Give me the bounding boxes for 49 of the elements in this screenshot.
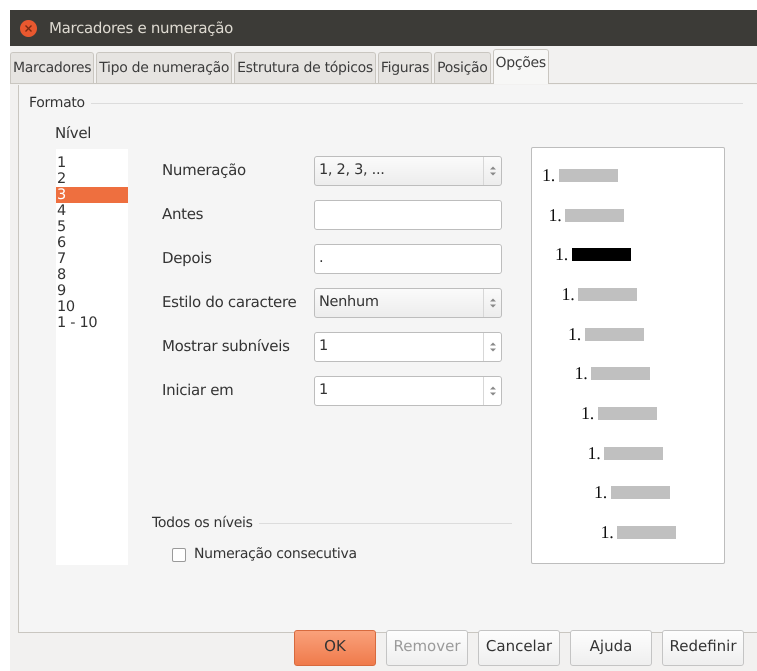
tab[interactable]: Marcadores [10,52,94,83]
dialog-button[interactable]: Cancelar [478,630,560,666]
preview-number: 1. [562,282,574,306]
field-label: Estilo do caractere [162,292,298,314]
tab[interactable]: Estrutura de tópicos [234,52,376,83]
preview-number: 1. [600,521,614,544]
preview-number: 1. [594,481,607,504]
dialog-button[interactable]: Ajuda [570,630,652,666]
input-field[interactable] [314,200,502,230]
dropdown[interactable]: 1, 2, 3, ... [314,156,502,186]
window-title: Marcadores e numeração [49,18,233,39]
list-item[interactable]: 4 [56,202,128,218]
preview-number: 1. [574,362,588,386]
dialog-button[interactable]: Redefinir [662,630,744,666]
field-label: Numeração [162,160,247,182]
preview-number: 1. [548,204,562,227]
checkbox-label: Numeração consecutiva [194,545,357,564]
dialog-button[interactable]: OK [294,630,376,666]
input-field[interactable]: . [314,244,502,274]
checkbox[interactable] [172,548,186,562]
spin-field[interactable]: 1 [314,376,502,406]
spin-field[interactable]: 1 [314,332,502,362]
list-item[interactable]: 5 [56,218,128,234]
preview-number: 1. [588,442,600,465]
list-item[interactable]: 1 - 10 [56,314,128,330]
section-title: Todos os níveis [152,514,253,533]
list-item[interactable]: 6 [56,234,128,250]
close-icon[interactable] [20,20,37,36]
field-label: Antes [162,204,204,226]
preview-number: 1. [555,243,568,266]
field-label: Iniciar em [162,380,234,402]
field-label: Depois [162,248,213,270]
section-title: Formato [29,94,85,113]
tab[interactable]: Tipo de numeração [96,52,232,83]
preview-number: 1. [581,402,594,425]
dropdown[interactable]: Nenhum [314,288,502,318]
list-item[interactable]: 1 [56,154,128,170]
preview-number: 1. [542,164,555,187]
tab[interactable]: Opções [492,49,549,84]
list-item[interactable]: 2 [56,170,128,186]
tab[interactable]: Posição [434,52,491,83]
list-item[interactable]: 8 [56,266,128,282]
preview-number: 1. [568,322,581,346]
field-label: Nível [55,123,92,144]
list-item[interactable]: 9 [56,282,128,298]
list-item[interactable]: 10 [56,298,128,314]
tab[interactable]: Figuras [378,52,432,83]
list-item[interactable]: 7 [56,250,128,266]
field-label: Mostrar subníveis [162,336,291,358]
